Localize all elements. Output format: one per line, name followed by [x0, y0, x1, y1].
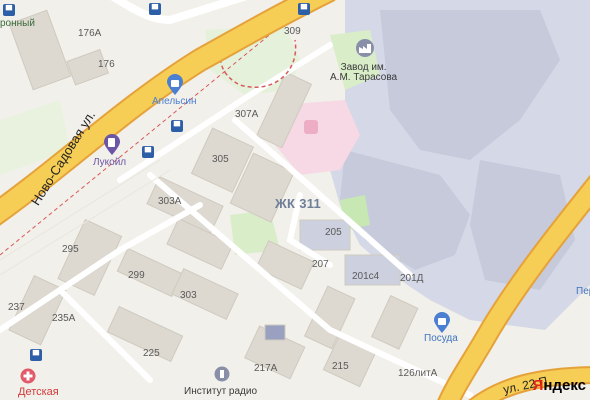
poi-label-partial-right: Пер: [576, 286, 590, 297]
bus-stop-icon[interactable]: ▀: [30, 349, 42, 361]
bus-stop-icon[interactable]: ▀: [149, 3, 161, 15]
top-road: [110, 0, 248, 25]
poi-label-kids[interactable]: Детская: [18, 387, 59, 398]
house-number: 176А: [78, 28, 102, 39]
house-number: 295: [62, 244, 79, 255]
house-number: 201с4: [352, 271, 380, 282]
house-number: 303: [180, 290, 197, 301]
bus-stop-icon[interactable]: ▀: [298, 3, 310, 15]
house-number: 307А: [235, 109, 259, 120]
fuel-icon[interactable]: [103, 134, 121, 156]
house-number: 305: [212, 154, 229, 165]
house-number: 225: [143, 348, 160, 359]
poi-label-orange[interactable]: Апельсин: [152, 97, 196, 107]
poi-label-institute[interactable]: Институт радио: [184, 387, 257, 397]
house-number: 309: [284, 26, 301, 37]
map-view[interactable]: Ново-Садовая ул. ул. 22 П ЖК 311 309 176…: [0, 0, 590, 400]
house-number: 176: [98, 59, 115, 70]
poi-label-factory[interactable]: Завод им. А.М. Тарасова: [330, 63, 397, 83]
house-number: 207: [312, 259, 329, 270]
house-number: 201Д: [400, 273, 424, 284]
house-number: 237: [8, 302, 25, 313]
house-number: 205: [325, 227, 342, 238]
house-number: 303А: [158, 196, 182, 207]
hospital-icon: [302, 118, 320, 136]
poi-label-lukoil[interactable]: Лукойл: [93, 158, 126, 168]
house-number: 217А: [254, 363, 278, 374]
house-number: 299: [128, 270, 145, 281]
institute-icon[interactable]: [214, 366, 230, 382]
poi-label-partial-top-left: ронный: [0, 18, 35, 29]
house-number: 215: [332, 361, 349, 372]
house-number: 126литА: [398, 368, 438, 379]
bus-stop-icon[interactable]: ▀: [171, 120, 183, 132]
shopping-bag-icon[interactable]: [166, 74, 184, 96]
logo-text: ндекс: [543, 377, 586, 394]
kids-cross-icon[interactable]: [20, 368, 36, 384]
yandex-logo[interactable]: Яндекс: [533, 377, 586, 394]
bus-stop-icon[interactable]: ▀: [142, 146, 154, 158]
poi-label-dishes[interactable]: Посуда: [424, 334, 458, 344]
complex-label[interactable]: ЖК 311: [275, 197, 321, 210]
factory-icon[interactable]: [355, 38, 375, 58]
shopping-bag-icon[interactable]: [433, 312, 451, 334]
house-number: 235А: [52, 313, 76, 324]
bus-stop-icon[interactable]: ▀: [3, 4, 15, 16]
logo-letter: Я: [532, 377, 544, 394]
